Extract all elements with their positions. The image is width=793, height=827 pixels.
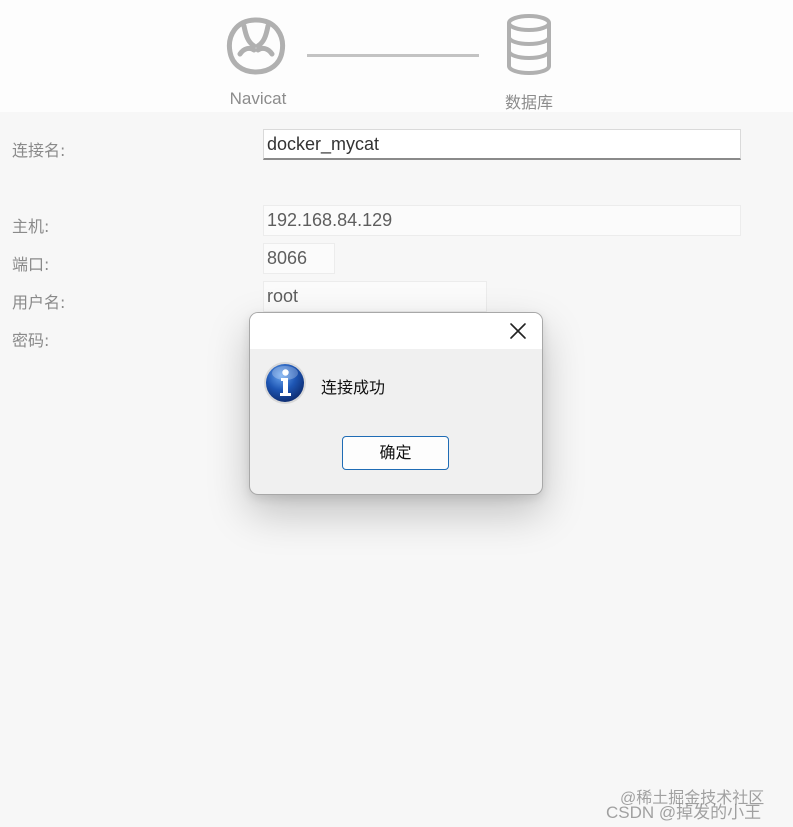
user-input[interactable]: root xyxy=(263,281,487,312)
connection-name-input[interactable]: docker_mycat xyxy=(263,129,741,160)
connection-name-label: 连接名: xyxy=(12,141,66,160)
host-input[interactable]: 192.168.84.129 xyxy=(263,205,741,236)
info-icon xyxy=(263,361,307,409)
dialog-titlebar xyxy=(250,313,542,349)
wizard-header: Navicat 数据库 xyxy=(0,0,793,112)
message-dialog: 连接成功 确定 xyxy=(249,312,543,495)
navicat-logo-icon xyxy=(224,14,288,78)
close-icon[interactable] xyxy=(508,321,528,341)
user-label: 用户名: xyxy=(12,293,66,312)
password-label: 密码: xyxy=(12,331,50,350)
step-connector xyxy=(307,54,479,57)
database-icon xyxy=(504,14,554,76)
ok-button[interactable]: 确定 xyxy=(342,436,449,470)
dialog-message: 连接成功 xyxy=(321,378,386,397)
step-label-database: 数据库 xyxy=(504,93,553,112)
port-input[interactable]: 8066 xyxy=(263,243,335,274)
host-label: 主机: xyxy=(12,217,50,236)
port-label: 端口: xyxy=(12,255,50,274)
step-label-navicat: Navicat xyxy=(229,89,287,108)
watermark-csdn: CSDN @掉发的小王 xyxy=(606,803,762,822)
